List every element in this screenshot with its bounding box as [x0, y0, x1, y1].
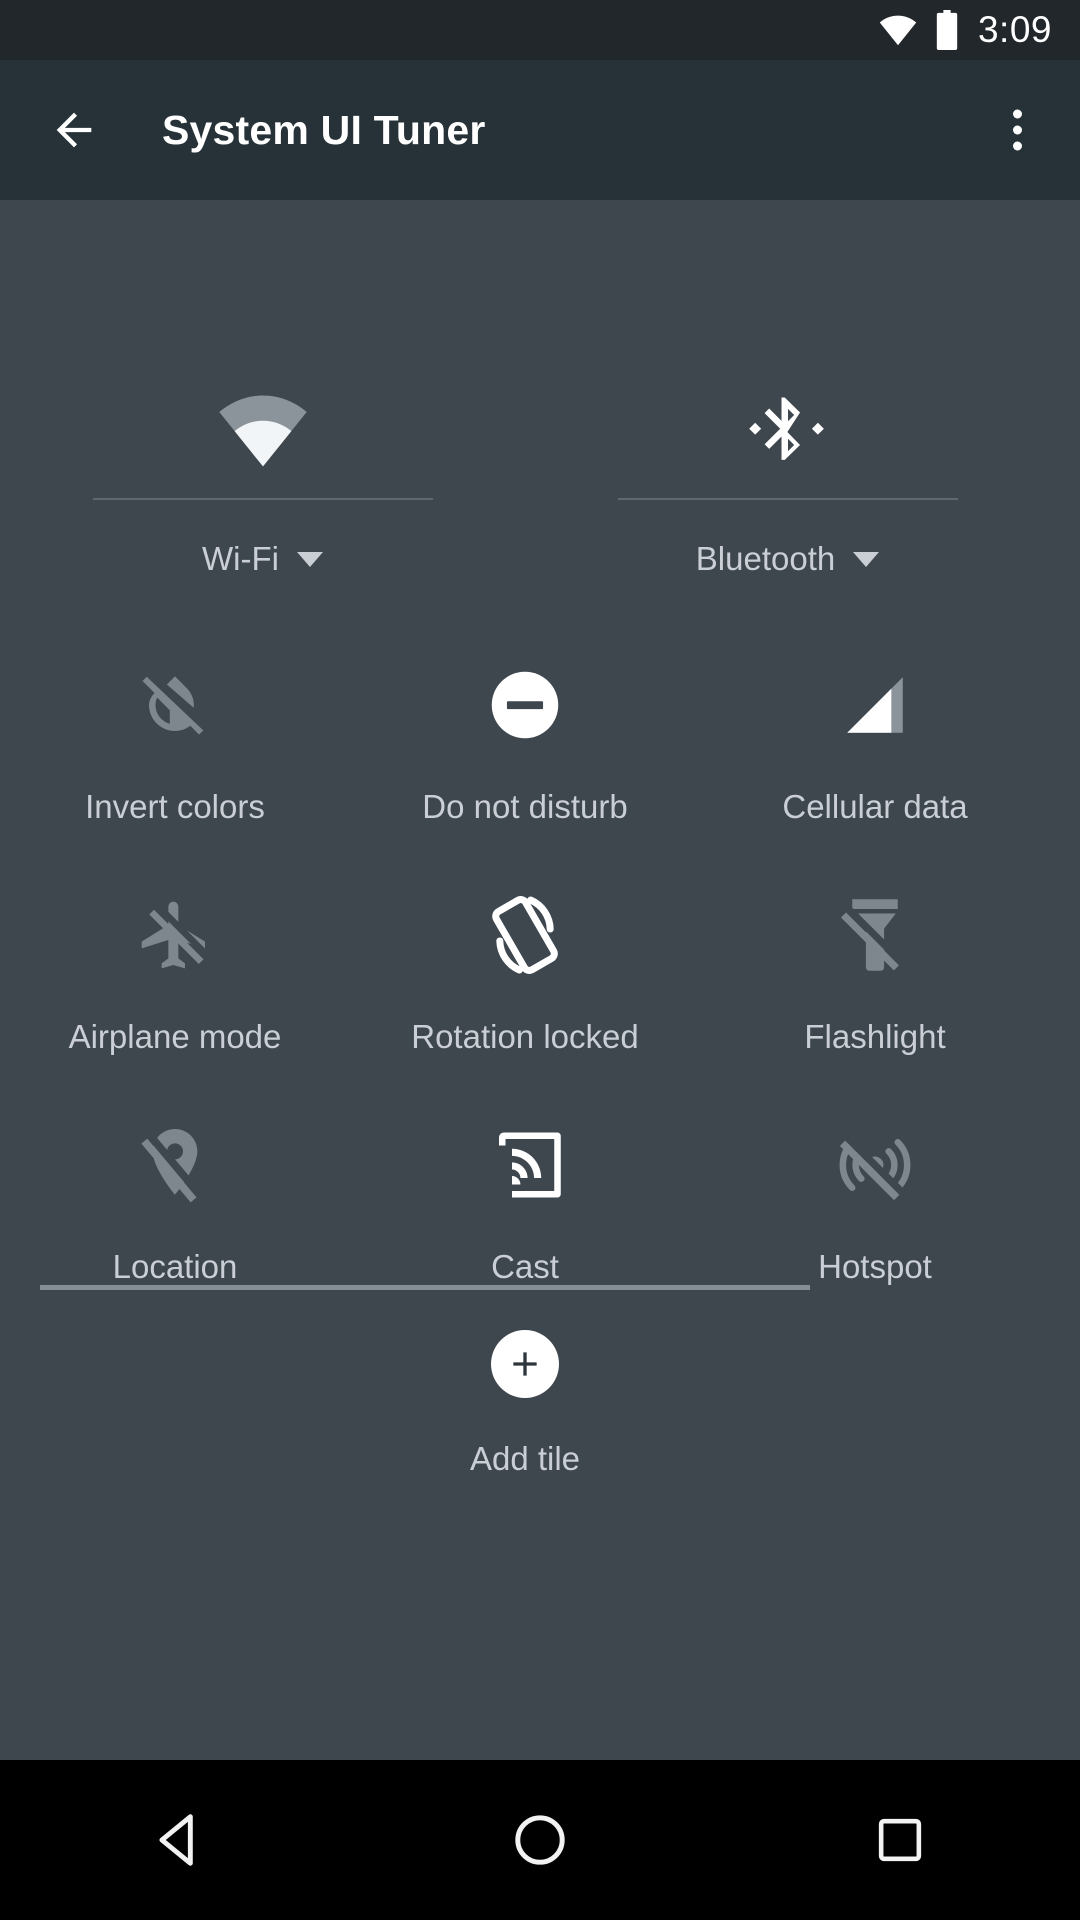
- wifi-icon: [878, 14, 918, 46]
- app-bar: System UI Tuner: [0, 60, 1080, 200]
- qs-tile-flashlight-label: Flashlight: [804, 1018, 946, 1055]
- cellular-signal-icon: [820, 650, 930, 760]
- qs-tile-invert-colors-label: Invert colors: [85, 788, 265, 825]
- navigation-bar: [0, 1760, 1080, 1920]
- wifi-label-text: Wi-Fi: [202, 540, 279, 577]
- location-off-icon: [120, 1110, 230, 1220]
- hotspot-off-icon: [820, 1110, 930, 1220]
- wifi-icon: [217, 370, 309, 490]
- qs-tile-row-2: Invert colors Do not disturb Cellular da…: [0, 650, 1050, 880]
- qs-tile-cellular-data-label: Cellular data: [782, 788, 968, 825]
- nav-back-triangle-icon[interactable]: [100, 1760, 260, 1920]
- bluetooth-tile-divider: [617, 498, 958, 500]
- chevron-down-icon[interactable]: [296, 551, 323, 567]
- chevron-down-icon[interactable]: [853, 551, 880, 567]
- qs-tile-flashlight[interactable]: Flashlight: [700, 880, 1050, 1110]
- wifi-tile-divider: [92, 498, 433, 500]
- bluetooth-icon: [748, 370, 827, 490]
- cast-icon: [470, 1110, 580, 1220]
- qs-tile-location-label: Location: [112, 1248, 238, 1285]
- invert-colors-off-icon: [120, 650, 230, 760]
- nav-home-circle-icon[interactable]: [460, 1760, 620, 1920]
- qs-tile-airplane-mode-label: Airplane mode: [68, 1018, 282, 1055]
- qs-tile-wifi-label[interactable]: Wi-Fi: [202, 540, 323, 578]
- qs-tile-invert-colors[interactable]: Invert colors: [0, 650, 350, 880]
- bluetooth-label-text: Bluetooth: [695, 540, 836, 577]
- quick-settings-content: Wi-Fi Bluetooth Invert colors Do not dis…: [0, 200, 1080, 1760]
- quick-settings-panel: Wi-Fi Bluetooth Invert colors Do not dis…: [0, 200, 1050, 1760]
- qs-tile-cast[interactable]: Cast: [350, 1110, 700, 1340]
- plus-icon[interactable]: [491, 1330, 559, 1398]
- page-title: System UI Tuner: [162, 106, 486, 153]
- qs-tile-rotation-locked[interactable]: Rotation locked: [350, 880, 700, 1110]
- rotation-locked-icon: [470, 880, 580, 990]
- qs-tile-wifi[interactable]: Wi-Fi: [0, 370, 525, 600]
- add-tile-section: Add tile: [0, 1330, 1050, 1478]
- qs-tile-hotspot-label: Hotspot: [818, 1248, 932, 1285]
- battery-full-icon: [934, 10, 960, 50]
- qs-tile-do-not-disturb-label: Do not disturb: [422, 788, 628, 825]
- do-not-disturb-icon: [470, 650, 580, 760]
- qs-tile-cast-label: Cast: [491, 1248, 559, 1285]
- status-bar: 3:09: [0, 0, 1080, 60]
- qs-tile-row-3: Airplane mode Rotation locked Flashlight: [0, 880, 1050, 1110]
- qs-tile-bluetooth[interactable]: Bluetooth: [525, 370, 1050, 600]
- qs-tile-airplane-mode[interactable]: Airplane mode: [0, 880, 350, 1110]
- overflow-dot-3: [1013, 141, 1022, 151]
- overflow-dot-1: [1013, 109, 1022, 119]
- qs-tile-bluetooth-label[interactable]: Bluetooth: [695, 540, 880, 578]
- overflow-dot-2: [1013, 125, 1022, 135]
- arrow-back-icon[interactable]: [48, 104, 100, 156]
- nav-recents-square-icon[interactable]: [820, 1760, 980, 1920]
- overflow-menu-icon[interactable]: [1003, 100, 1032, 161]
- qs-tile-cellular-data[interactable]: Cellular data: [700, 650, 1050, 880]
- add-tile-divider: [40, 1285, 810, 1290]
- qs-tile-location[interactable]: Location: [0, 1110, 350, 1340]
- qs-tile-hotspot[interactable]: Hotspot: [700, 1110, 1050, 1340]
- qs-tile-row-4: Location Cast Hotspot: [0, 1110, 1050, 1340]
- phone-screen: 3:09 System UI Tuner Wi-Fi Bluetooth Inv…: [0, 0, 1080, 1920]
- add-tile-label: Add tile: [469, 1440, 581, 1477]
- qs-tile-do-not-disturb[interactable]: Do not disturb: [350, 650, 700, 880]
- qs-tile-rotation-locked-label: Rotation locked: [411, 1018, 639, 1055]
- dual-tile-row: Wi-Fi Bluetooth: [0, 370, 1050, 600]
- airplane-mode-off-icon: [120, 880, 230, 990]
- status-bar-clock: 3:09: [977, 9, 1052, 50]
- flashlight-off-icon: [820, 880, 930, 990]
